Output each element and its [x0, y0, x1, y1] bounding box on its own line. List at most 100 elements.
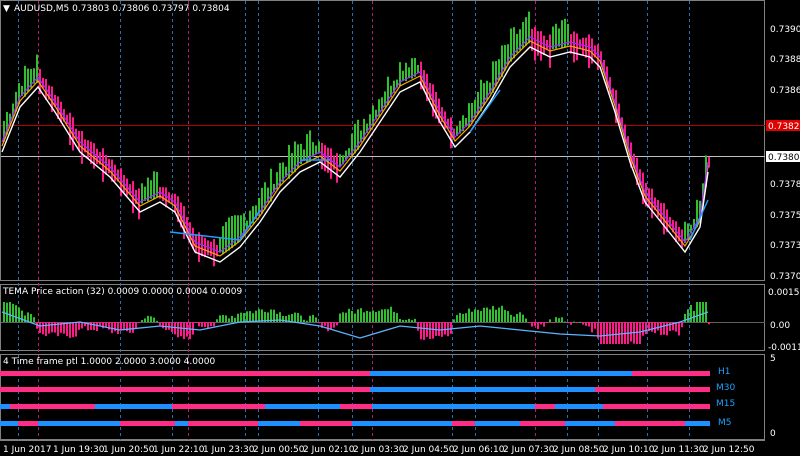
tema-histogram-bar: [249, 311, 251, 322]
tema-histogram-bar: [39, 322, 41, 333]
tema-histogram-bar: [534, 322, 536, 326]
price-bar: [339, 154, 341, 167]
tema-histogram-bar: [555, 317, 557, 322]
tema-histogram-bar: [222, 315, 224, 322]
tema-histogram-bar: [204, 322, 206, 327]
time-label: 2 Jun 12:50: [703, 445, 755, 455]
tema-histogram-bar: [405, 319, 407, 322]
price-bar: [324, 145, 326, 172]
bid-price-label: 0.73804: [768, 153, 800, 163]
tema-histogram-bar: [375, 312, 377, 322]
tema-histogram-bar: [384, 309, 386, 322]
mtf-segment: [595, 387, 710, 392]
tema-histogram-bar: [390, 306, 392, 322]
price-bar: [321, 142, 323, 170]
time-label: 2 Jun 00:50: [253, 445, 305, 455]
tema-histogram-bar: [480, 311, 482, 322]
tema-histogram-bar: [306, 320, 308, 322]
tema-histogram-bar: [138, 322, 140, 323]
tema-histogram-bar: [312, 314, 314, 322]
time-label: 1 Jun 23:30: [203, 445, 255, 455]
mtf-segment: [452, 421, 475, 426]
tema-line-white: [1, 46, 709, 263]
tema-histogram-bar: [531, 322, 533, 327]
tema-histogram-bar: [357, 309, 359, 322]
tema-histogram-bar: [387, 309, 389, 322]
mtf-bars: [0, 371, 710, 426]
mtf-segment: [632, 371, 710, 376]
price-label: 0.73782: [770, 180, 800, 190]
tema-histogram-bar: [393, 311, 395, 322]
triangle-down-icon[interactable]: ▼: [3, 4, 10, 14]
price-bar: [195, 234, 197, 254]
mtf-row-label-m15: M15: [716, 399, 735, 409]
tema-histogram-bar: [339, 313, 341, 322]
time-label: 2 Jun 06:10: [453, 445, 505, 455]
tema-histogram-bar: [570, 322, 572, 325]
tema-histogram-bar: [162, 322, 164, 329]
tema-histogram-bar: [324, 322, 326, 326]
tema-histogram-bar: [372, 310, 374, 322]
mtf-row-label-h1: H1: [718, 367, 731, 377]
price-bar: [165, 187, 167, 208]
mtf-segment: [603, 404, 710, 409]
price-bar: [543, 35, 545, 56]
time-label: 1 Jun 2017: [3, 445, 51, 455]
mtf-segment: [38, 421, 120, 426]
tema-histogram-bar: [183, 322, 185, 340]
tema-histogram-bar: [576, 322, 578, 323]
tema-histogram-bar: [618, 322, 620, 344]
tema-histogram-bar: [492, 305, 494, 322]
tema-histogram-bar: [609, 322, 611, 344]
mtf-panel-title: 4 Time frame ptl 1.0000 2.0000 3.0000 4.…: [3, 357, 215, 367]
mtf-segment: [120, 421, 175, 426]
mtf-segment: [0, 387, 370, 392]
tema-histogram-bar: [213, 322, 215, 327]
tema-histogram-bar: [708, 322, 710, 325]
tema-histogram-bar: [414, 318, 416, 322]
tema-histogram-bar: [129, 322, 131, 333]
tema-histogram-bar: [30, 313, 32, 322]
mtf-segment: [372, 404, 535, 409]
tema-histogram-bar: [240, 312, 242, 322]
tema-histogram-bar: [537, 322, 539, 330]
price-bar: [417, 64, 419, 74]
tema-histogram-bar: [450, 322, 452, 334]
tema-histogram-bar: [561, 317, 563, 322]
tema-histogram-bar: [402, 319, 404, 322]
price-bar: [204, 237, 206, 258]
tema-histogram-bar: [114, 322, 116, 332]
tema-histogram-bar: [210, 322, 212, 327]
tema-histogram-bar: [444, 322, 446, 335]
tema-histogram-bar: [261, 309, 263, 322]
tema-histogram-bar: [696, 302, 698, 322]
tema-histogram-bar: [90, 322, 92, 330]
level-price-label: 0.73823: [768, 122, 800, 132]
tema-histogram-bar: [33, 317, 35, 322]
tema-histogram-bar: [54, 322, 56, 333]
tema-histogram-bar: [462, 314, 464, 322]
tema-histogram-bar: [315, 317, 317, 322]
mtf-segment: [300, 421, 352, 426]
tema-histogram-bar: [702, 302, 704, 322]
tema-histogram-bar: [111, 322, 113, 334]
tema-histogram-bar: [651, 322, 653, 332]
tema-histogram-bar: [459, 312, 461, 322]
tema-histogram-bar: [228, 318, 230, 322]
time-label: 1 Jun 22:10: [153, 445, 205, 455]
tema-histogram-bar: [51, 322, 53, 333]
tema-histogram-bar: [606, 322, 608, 344]
tema-histogram-bar: [588, 322, 590, 327]
tema-histogram-bar: [549, 319, 551, 322]
price-bar: [315, 145, 317, 155]
chart-area[interactable]: 0.73901 0.73882 0.73862 0.73782 0.73757 …: [0, 0, 800, 456]
mtf-segment: [535, 404, 555, 409]
price-label: 0.73882: [770, 55, 800, 65]
tema-histogram-bar: [42, 322, 44, 335]
tema-scale-label: -0.0011: [768, 343, 800, 353]
tema-histogram-bar: [579, 321, 581, 323]
mtf-segment: [188, 421, 258, 426]
tema-histogram-bar: [663, 322, 665, 335]
mtf-scale-label: 0: [770, 429, 776, 439]
tema-histogram-bar: [519, 312, 521, 322]
